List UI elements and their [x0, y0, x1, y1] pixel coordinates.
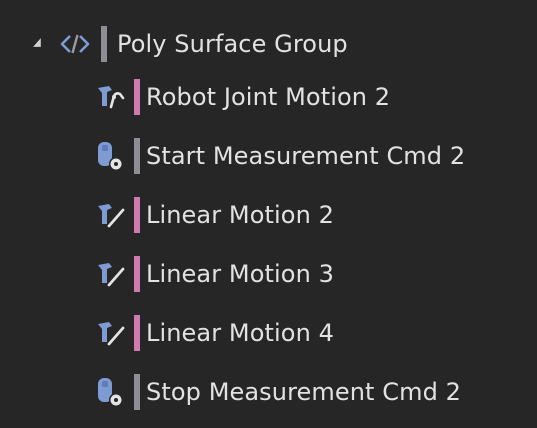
motion-tag	[134, 79, 140, 115]
tree-item-label: Start Measurement Cmd 2	[146, 142, 466, 170]
tree-item-label: Linear Motion 3	[146, 260, 334, 288]
tree-item-label: Robot Joint Motion 2	[146, 83, 391, 111]
program-tree: Poly Surface Group Robot Joint Motion 2 …	[0, 0, 537, 428]
tree-item-label: Linear Motion 4	[146, 319, 334, 347]
linear-motion-icon	[93, 198, 127, 232]
tree-item-label: Linear Motion 2	[146, 201, 334, 229]
tree-item[interactable]: Linear Motion 2	[0, 193, 537, 237]
measurement-command-icon	[93, 375, 127, 409]
group-tag	[101, 26, 107, 62]
motion-tag	[134, 197, 140, 233]
tree-item-label: Stop Measurement Cmd 2	[146, 378, 462, 406]
motion-tag	[134, 256, 140, 292]
tree-item[interactable]: Stop Measurement Cmd 2	[0, 370, 537, 414]
tree-item[interactable]: Linear Motion 4	[0, 311, 537, 355]
linear-motion-icon	[93, 257, 127, 291]
command-tag	[134, 138, 140, 174]
code-brackets-icon	[58, 27, 92, 61]
tree-item[interactable]: Robot Joint Motion 2	[0, 75, 537, 119]
linear-motion-icon	[93, 316, 127, 350]
tree-group-label: Poly Surface Group	[117, 30, 348, 58]
joint-motion-icon	[93, 80, 127, 114]
expand-collapse-icon[interactable]	[30, 35, 44, 49]
tree-item[interactable]: Start Measurement Cmd 2	[0, 134, 537, 178]
tree-item[interactable]: Linear Motion 3	[0, 252, 537, 296]
command-tag	[134, 374, 140, 410]
measurement-command-icon	[93, 139, 127, 173]
tree-group-row[interactable]: Poly Surface Group	[0, 22, 537, 66]
motion-tag	[134, 315, 140, 351]
